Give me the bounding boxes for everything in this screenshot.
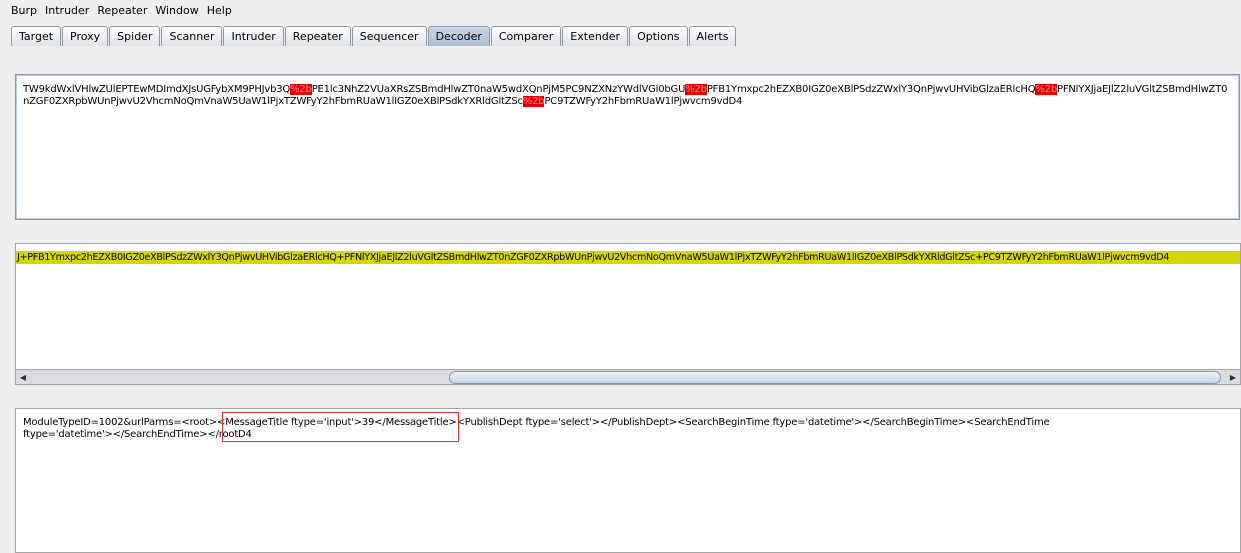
decoder-base64-decoded-panel[interactable]: ModuleTypeID=1002&urlParms=<root><Messag… xyxy=(15,408,1241,553)
tab-target[interactable]: Target xyxy=(11,26,62,46)
decoded-line-1: ModuleTypeID=1002&urlParms=<root><Messag… xyxy=(23,417,1050,428)
input-segment: PC9TZWFyY2hFbmRUaW1lPjwvcm9vdD4 xyxy=(544,96,743,107)
scroll-thumb[interactable] xyxy=(449,371,1221,384)
tab-row: Target Proxy Spider Scanner Intruder Repeater… xyxy=(11,26,737,46)
highlighted-encoding: %2b xyxy=(1035,84,1057,95)
tab-extender[interactable]: Extender xyxy=(562,26,629,46)
decoder-input-panel[interactable]: TW9kdWxlVHlwZUlEPTEwMDImdXJsUGFybXM9PHJv… xyxy=(15,74,1240,220)
decoder-url-decoded-panel[interactable]: J+PFB1Ymxpc2hEZXB0IGZ0eXBlPSdzZWxlY3QnPj… xyxy=(15,243,1241,385)
base64-decoded-text[interactable]: ModuleTypeID=1002&urlParms=<root><Messag… xyxy=(23,412,1083,442)
menu-window[interactable]: Window xyxy=(151,0,202,21)
tab-options[interactable]: Options xyxy=(629,26,688,46)
scroll-left-icon[interactable]: ◀ xyxy=(16,370,30,384)
menu-bar: Burp Intruder Repeater Window Help xyxy=(0,0,1241,21)
input-segment: PE1lc3NhZ2VUaXRsZSBmdHlwZT0naW5wdXQnPjM5… xyxy=(311,84,686,95)
tab-bar: Target Proxy Spider Scanner Intruder Repeater… xyxy=(0,21,1241,68)
highlighted-encoding: %2b xyxy=(685,84,707,95)
tab-intruder[interactable]: Intruder xyxy=(223,26,284,46)
decoded-line-2: ftype='datetime'></SearchEndTime></rootD… xyxy=(23,429,252,440)
tab-decoder[interactable]: Decoder xyxy=(427,26,490,46)
highlighted-encoding: %2b xyxy=(290,84,312,95)
horizontal-scrollbar[interactable]: ◀ ▶ xyxy=(16,369,1240,384)
menu-help[interactable]: Help xyxy=(203,0,236,21)
scroll-right-icon[interactable]: ▶ xyxy=(1226,370,1240,384)
tab-spider[interactable]: Spider xyxy=(109,26,161,46)
encoded-input-text[interactable]: TW9kdWxlVHlwZUlEPTEwMDImdXJsUGFybXM9PHJv… xyxy=(23,84,1233,108)
tab-repeater[interactable]: Repeater xyxy=(284,26,351,46)
menu-repeater[interactable]: Repeater xyxy=(93,0,151,21)
annotation-highlight-box xyxy=(222,412,459,442)
tab-comparer[interactable]: Comparer xyxy=(490,26,562,46)
menu-intruder[interactable]: Intruder xyxy=(41,0,93,21)
input-segment: PFB1Ymxpc2hEZXB0IGZ0eXBlPSdzZWxlY3QnPjwv… xyxy=(706,84,1036,95)
tab-scanner[interactable]: Scanner xyxy=(161,26,223,46)
menu-burp[interactable]: Burp xyxy=(0,0,41,21)
tab-proxy[interactable]: Proxy xyxy=(62,26,109,46)
highlighted-encoding: %2b xyxy=(522,96,545,107)
tab-sequencer[interactable]: Sequencer xyxy=(351,26,427,46)
tab-alerts[interactable]: Alerts xyxy=(688,26,737,46)
input-segment: TW9kdWxlVHlwZUlEPTEwMDImdXJsUGFybXM9PHJv… xyxy=(23,84,291,95)
url-decoded-text[interactable]: J+PFB1Ymxpc2hEZXB0IGZ0eXBlPSdzZWxlY3QnPj… xyxy=(16,251,1240,264)
